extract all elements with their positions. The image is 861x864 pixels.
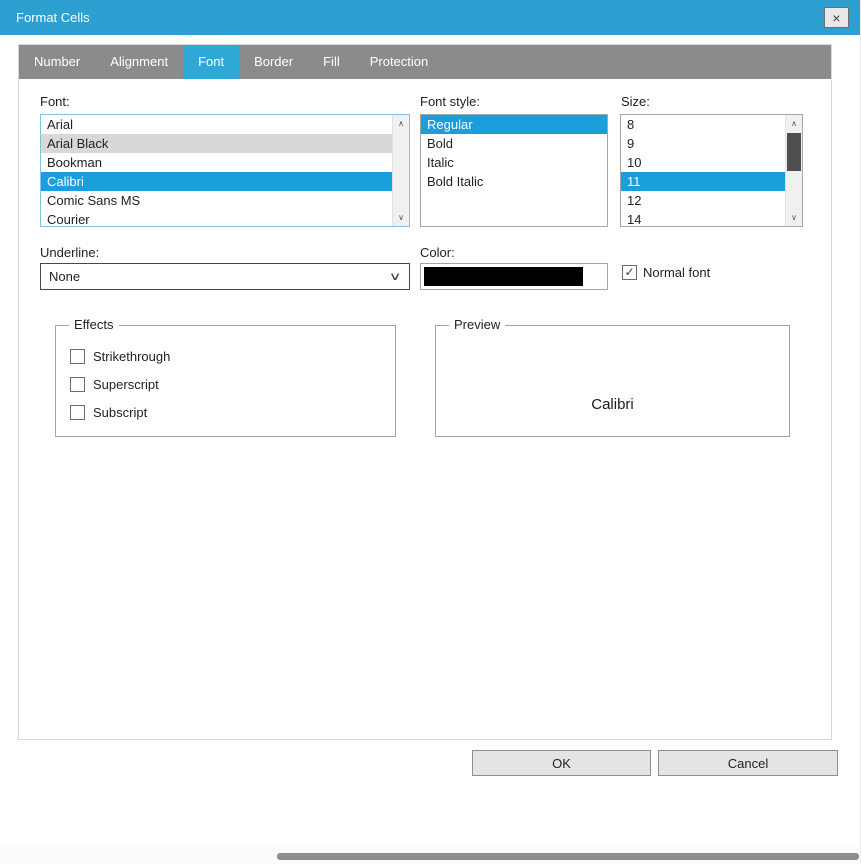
font-style-label: Font style: (420, 94, 480, 109)
dialog-titlebar: Format Cells (0, 0, 861, 35)
scroll-up-icon[interactable]: ∧ (786, 115, 802, 132)
font-item-courier[interactable]: Courier (41, 210, 392, 227)
tab-font[interactable]: Font (183, 45, 239, 79)
normal-font-label: Normal font (643, 265, 710, 280)
scroll-down-icon[interactable]: ∨ (393, 209, 409, 226)
close-button[interactable]: × (824, 7, 849, 28)
underline-label: Underline: (40, 245, 99, 260)
size-item-9[interactable]: 9 (621, 134, 785, 153)
font-listbox[interactable]: Arial Arial Black Bookman Calibri Comic … (40, 114, 410, 227)
font-item-comic-sans[interactable]: Comic Sans MS (41, 191, 392, 210)
style-item-italic[interactable]: Italic (421, 153, 607, 172)
style-item-regular[interactable]: Regular (421, 115, 607, 134)
scroll-down-icon[interactable]: ∨ (786, 209, 802, 226)
superscript-checkbox[interactable]: Superscript (70, 377, 159, 392)
size-item-8[interactable]: 8 (621, 115, 785, 134)
color-picker[interactable] (420, 263, 608, 290)
size-item-14[interactable]: 14 (621, 210, 785, 227)
font-item-arial[interactable]: Arial (41, 115, 392, 134)
preview-group: Preview Calibri (435, 325, 790, 437)
size-item-11[interactable]: 11 (621, 172, 785, 191)
horizontal-scrollbar-thumb[interactable] (277, 853, 859, 860)
font-item-calibri[interactable]: Calibri (41, 172, 392, 191)
size-list-items: 8 9 10 11 12 14 (621, 115, 785, 227)
font-style-list-items: Regular Bold Italic Bold Italic (421, 115, 607, 191)
checkbox-unchecked-icon[interactable] (70, 405, 85, 420)
tab-alignment[interactable]: Alignment (95, 45, 183, 79)
tab-number[interactable]: Number (19, 45, 95, 79)
preview-sample-text: Calibri (436, 396, 789, 413)
subscript-label: Subscript (93, 405, 147, 420)
checkbox-checked-icon[interactable]: ✓ (622, 265, 637, 280)
size-item-12[interactable]: 12 (621, 191, 785, 210)
strikethrough-checkbox[interactable]: Strikethrough (70, 349, 170, 364)
color-label: Color: (420, 245, 455, 260)
underline-value: None (49, 269, 80, 284)
effects-group: Effects Strikethrough Superscript Subscr… (55, 325, 396, 437)
preview-legend: Preview (449, 317, 505, 332)
font-item-arial-black[interactable]: Arial Black (41, 134, 392, 153)
scrollbar-thumb[interactable] (787, 133, 801, 171)
chevron-down-icon: ∨ (389, 270, 402, 283)
font-style-listbox[interactable]: Regular Bold Italic Bold Italic (420, 114, 608, 227)
color-swatch (424, 267, 583, 286)
close-icon: × (832, 10, 840, 26)
dialog-title: Format Cells (16, 10, 90, 25)
font-item-bookman[interactable]: Bookman (41, 153, 392, 172)
superscript-label: Superscript (93, 377, 159, 392)
tab-protection[interactable]: Protection (355, 45, 444, 79)
tab-fill[interactable]: Fill (308, 45, 355, 79)
ok-button[interactable]: OK (472, 750, 651, 776)
cancel-button[interactable]: Cancel (658, 750, 838, 776)
scroll-up-icon[interactable]: ∧ (393, 115, 409, 132)
format-cells-dialog: Format Cells × Number Alignment Font Bor… (0, 0, 861, 864)
style-item-bold-italic[interactable]: Bold Italic (421, 172, 607, 191)
font-list-scrollbar[interactable]: ∧ ∨ (392, 115, 409, 226)
size-listbox[interactable]: 8 9 10 11 12 14 ∧ ∨ (620, 114, 803, 227)
size-list-scrollbar[interactable]: ∧ ∨ (785, 115, 802, 226)
effects-legend: Effects (69, 317, 119, 332)
strikethrough-label: Strikethrough (93, 349, 170, 364)
subscript-checkbox[interactable]: Subscript (70, 405, 147, 420)
tab-strip: Number Alignment Font Border Fill Protec… (19, 45, 831, 79)
page-horizontal-scrollbar (0, 846, 861, 864)
normal-font-checkbox[interactable]: ✓ Normal font (622, 265, 710, 280)
checkbox-unchecked-icon[interactable] (70, 377, 85, 392)
tab-border[interactable]: Border (239, 45, 308, 79)
style-item-bold[interactable]: Bold (421, 134, 607, 153)
checkbox-unchecked-icon[interactable] (70, 349, 85, 364)
font-label: Font: (40, 94, 70, 109)
check-icon: ✓ (624, 266, 634, 278)
size-label: Size: (621, 94, 650, 109)
size-item-10[interactable]: 10 (621, 153, 785, 172)
underline-select[interactable]: None ∨ (40, 263, 410, 290)
font-list-items: Arial Arial Black Bookman Calibri Comic … (41, 115, 392, 227)
